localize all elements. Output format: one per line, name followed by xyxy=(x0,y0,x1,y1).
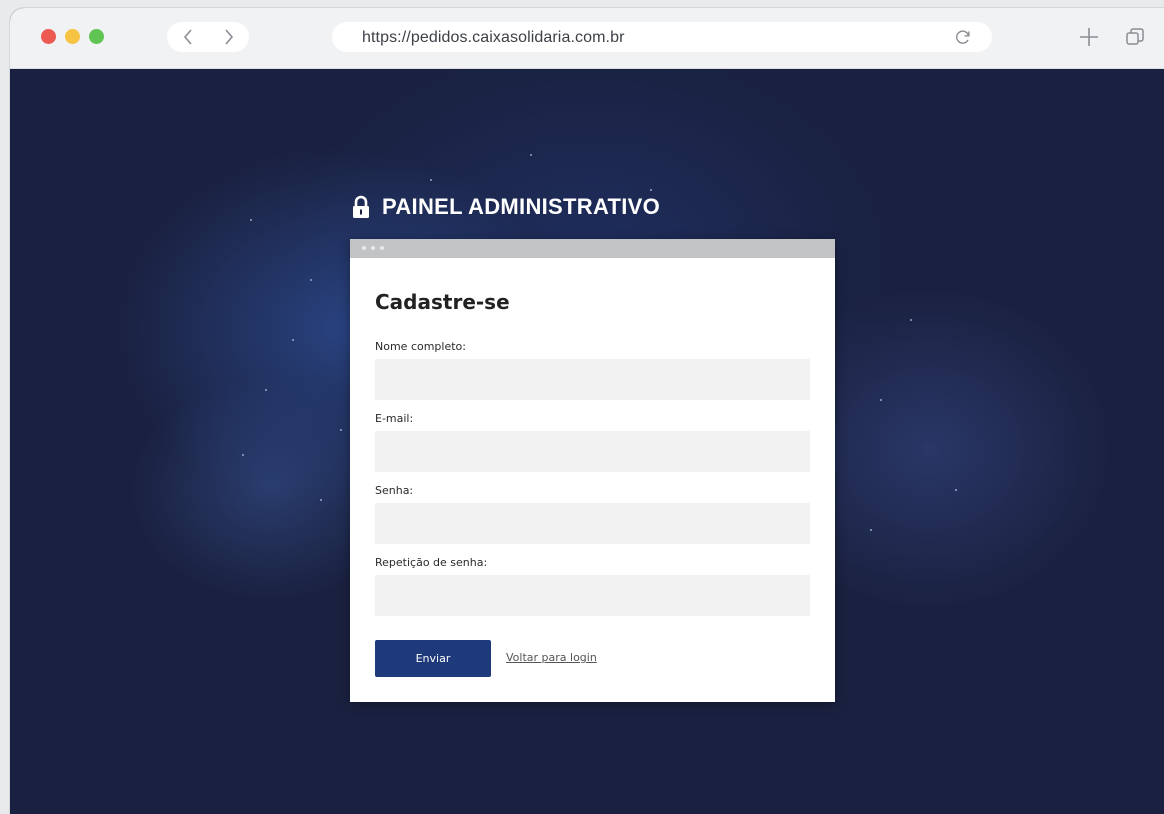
navigation-buttons xyxy=(167,22,249,52)
lock-icon xyxy=(353,195,369,218)
page-content: PAINEL ADMINISTRATIVO Cadastre-se Nome c… xyxy=(10,69,1164,814)
password-field[interactable] xyxy=(375,503,810,544)
form-title: Cadastre-se xyxy=(375,290,510,314)
address-bar[interactable]: https://pedidos.caixasolidaria.com.br xyxy=(332,22,992,52)
chevron-right-icon xyxy=(224,29,233,45)
tabs-icon[interactable] xyxy=(1125,27,1145,47)
email-field[interactable] xyxy=(375,431,810,472)
maximize-window-button[interactable] xyxy=(89,29,104,44)
full-name-label: Nome completo: xyxy=(375,340,466,353)
email-label: E-mail: xyxy=(375,412,414,425)
page-title: PAINEL ADMINISTRATIVO xyxy=(382,194,661,219)
close-window-button[interactable] xyxy=(41,29,56,44)
full-name-field[interactable] xyxy=(375,359,810,400)
card-title-bar xyxy=(350,239,835,258)
minimize-window-button[interactable] xyxy=(65,29,80,44)
signup-card: Cadastre-se Nome completo: E-mail: Senha… xyxy=(350,239,835,702)
reload-icon[interactable] xyxy=(954,28,972,46)
browser-toolbar: https://pedidos.caixasolidaria.com.br xyxy=(10,8,1164,69)
submit-button[interactable]: Enviar xyxy=(375,640,491,677)
confirm-password-field[interactable] xyxy=(375,575,810,616)
back-to-login-link[interactable]: Voltar para login xyxy=(506,651,597,664)
back-button[interactable] xyxy=(167,22,208,52)
plus-icon[interactable] xyxy=(1078,26,1100,48)
password-label: Senha: xyxy=(375,484,414,497)
browser-window: https://pedidos.caixasolidaria.com.br PA… xyxy=(10,8,1164,814)
chevron-left-icon xyxy=(183,29,192,45)
url-text: https://pedidos.caixasolidaria.com.br xyxy=(362,29,625,46)
forward-button[interactable] xyxy=(208,22,249,52)
confirm-password-label: Repetição de senha: xyxy=(375,556,488,569)
page-heading: PAINEL ADMINISTRATIVO xyxy=(350,194,660,220)
